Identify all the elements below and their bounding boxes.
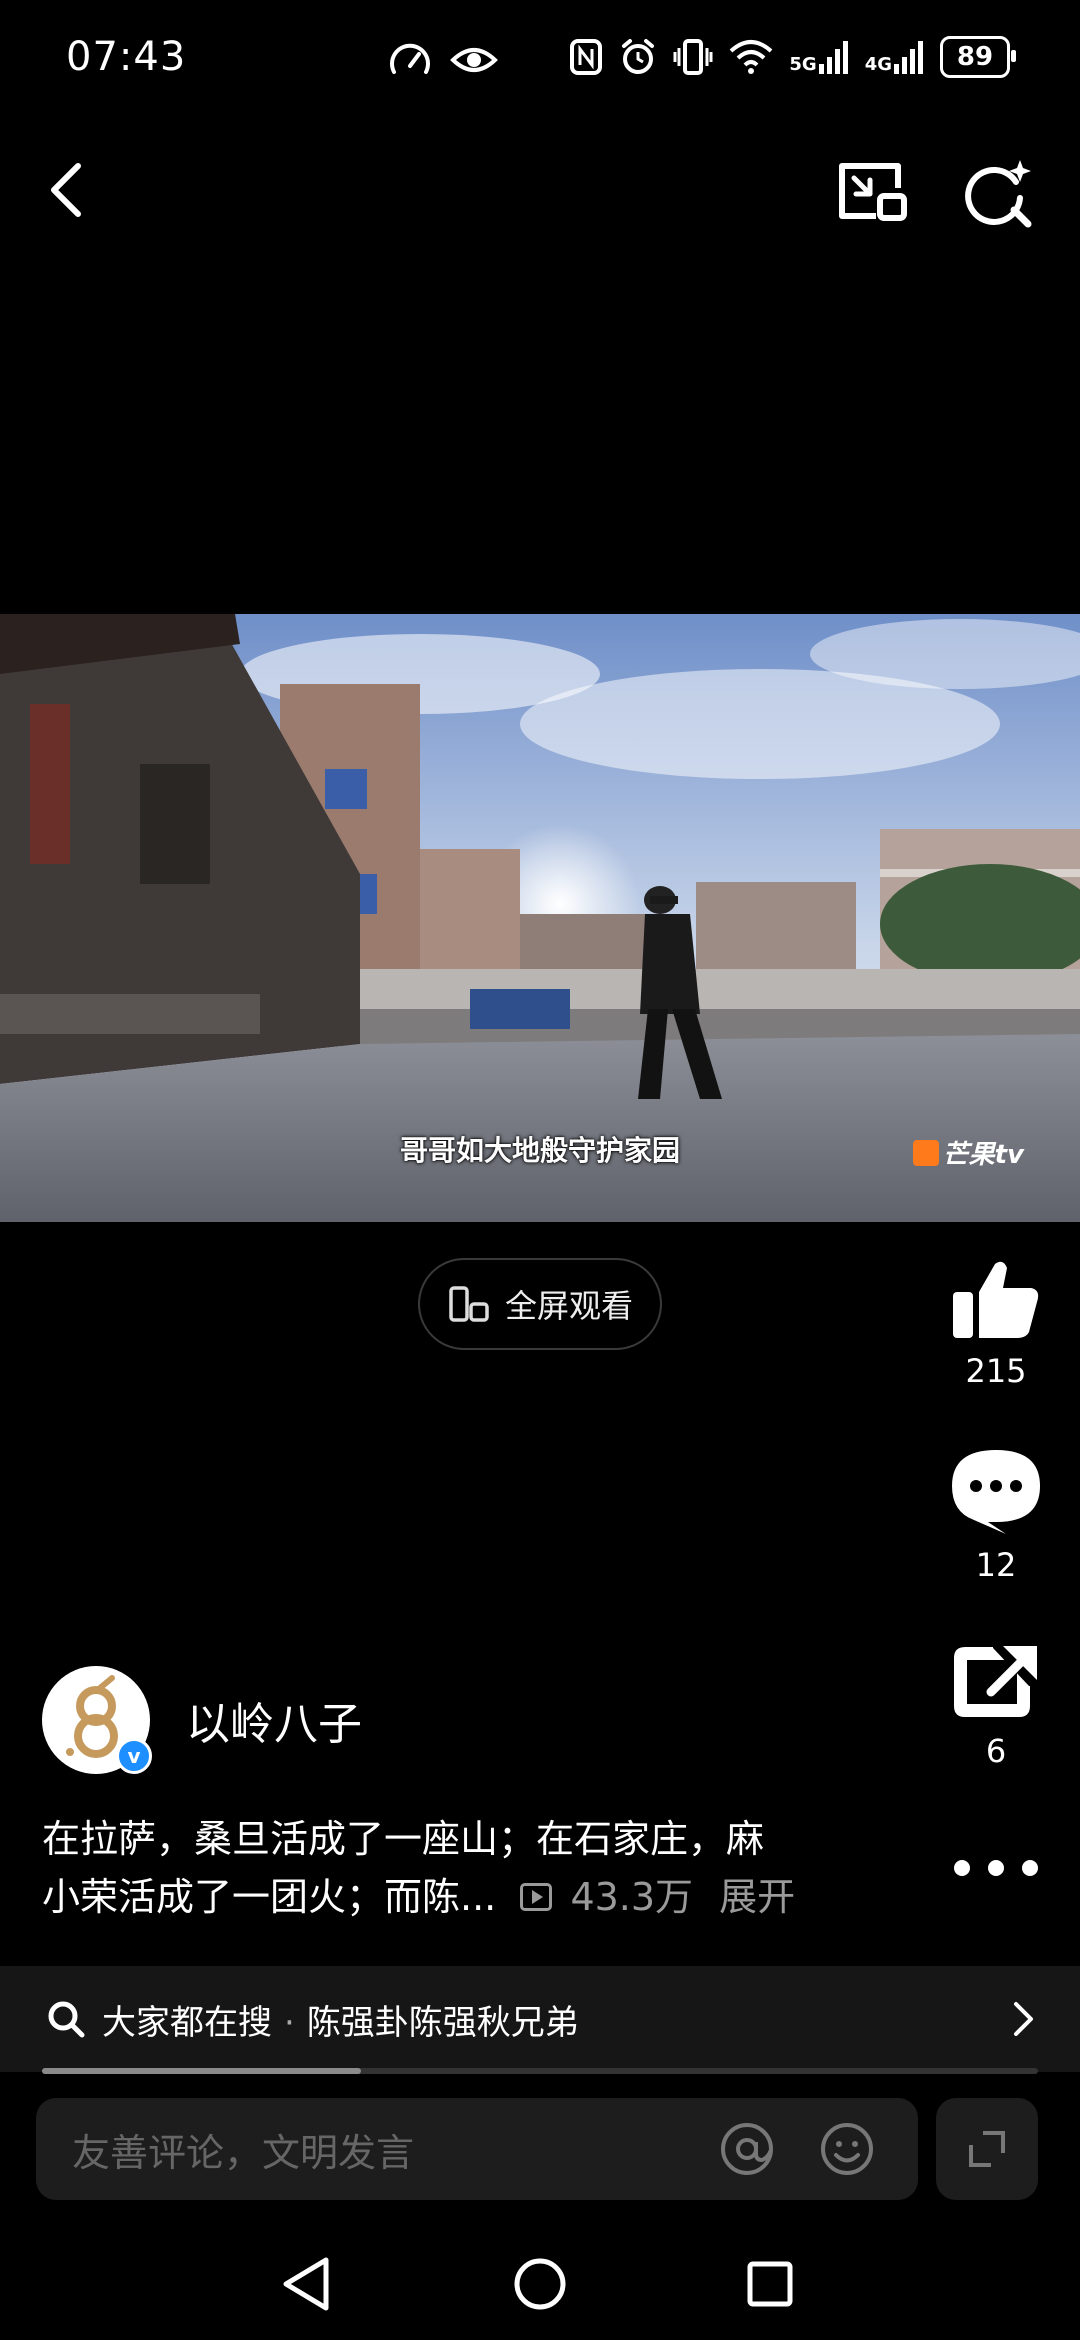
search-suggestion-text: 大家都在搜 · 陈强卦陈强秋兄弟: [102, 1995, 579, 2044]
chevron-left-icon: [51, 163, 81, 217]
author-avatar[interactable]: v: [42, 1666, 152, 1774]
video-progress-fill: [42, 2068, 361, 2074]
status-time: 07:43: [66, 34, 187, 80]
emoji-icon[interactable]: [818, 2120, 876, 2178]
speedometer-icon: [390, 43, 430, 74]
like-action[interactable]: 215: [940, 1258, 1052, 1390]
mention-icon[interactable]: [718, 2120, 776, 2178]
description-line-1: 在拉萨，桑旦活成了一座山；在石家庄，麻: [42, 1817, 765, 1861]
rotate-screen-icon: [449, 1286, 489, 1322]
battery-level: 89: [956, 42, 994, 72]
comment-action[interactable]: 12: [940, 1446, 1052, 1584]
more-dot-icon: [988, 1860, 1004, 1876]
author-row: v 以岭八子: [42, 1666, 362, 1774]
ai-search-button[interactable]: [958, 154, 1038, 234]
signal-bars-icon: [818, 41, 848, 74]
like-count: 215: [965, 1352, 1027, 1390]
nfc-icon: [570, 39, 603, 75]
signal-4g: 4G: [865, 40, 924, 74]
system-nav-bar: [0, 2230, 1080, 2340]
network-4g-label: 4G: [864, 54, 892, 75]
search-prefix: 大家都在搜: [102, 2002, 272, 2043]
battery-indicator: 89: [940, 36, 1016, 78]
thumbs-up-icon: [953, 1261, 1039, 1338]
watermark-text: 芒果tv: [942, 1140, 1024, 1170]
comment-count: 12: [975, 1546, 1017, 1584]
view-count-row: 43.3万: [520, 1875, 705, 1919]
system-recent-apps-icon[interactable]: [746, 2260, 794, 2308]
fullscreen-label: 全屏观看: [504, 1287, 633, 1325]
search-query: 陈强卦陈强秋兄弟: [306, 2002, 579, 2043]
video-player[interactable]: 哥哥如大地般守护家园 芒果tv: [0, 614, 1080, 1222]
picture-in-picture-icon: [839, 163, 907, 221]
system-back-icon[interactable]: [280, 2256, 332, 2312]
comment-bubble-icon: [952, 1450, 1040, 1534]
description-line-2-row: 小荣活成了一团火；而陈... 43.3万 展开: [42, 1868, 882, 1926]
system-home-icon[interactable]: [512, 2256, 568, 2312]
expand-comment-button[interactable]: [936, 2098, 1038, 2200]
wifi-icon: [730, 40, 773, 74]
video-progress-bar[interactable]: [42, 2068, 1038, 2074]
network-5g-label: 5G: [789, 54, 817, 75]
signal-bars-icon: [894, 41, 923, 74]
play-count-icon: [520, 1882, 553, 1911]
fullscreen-button[interactable]: 全屏观看: [418, 1258, 662, 1350]
eye-icon: [450, 48, 498, 72]
search-separator: ·: [284, 2002, 295, 2043]
more-dot-icon: [1022, 1860, 1038, 1876]
view-count: 43.3万: [570, 1875, 694, 1919]
verified-badge-icon: v: [116, 1738, 152, 1774]
alarm-icon: [622, 39, 655, 74]
signal-5g: 5G: [789, 40, 848, 74]
vibrate-icon: [673, 39, 713, 75]
chevron-right-icon: [1014, 2002, 1033, 2036]
status-bar: 07:43 5G 4G 89: [0, 0, 1080, 120]
share-icon: [954, 1646, 1037, 1717]
ai-search-icon: [965, 160, 1032, 228]
description-line-2: 小荣活成了一团火；而陈...: [42, 1875, 497, 1919]
back-button[interactable]: [40, 160, 100, 220]
expand-icon: [969, 2131, 1005, 2167]
status-mid-icons: [388, 40, 498, 80]
picture-in-picture-button[interactable]: [832, 154, 912, 234]
search-suggestion-bar[interactable]: 大家都在搜 · 陈强卦陈强秋兄弟: [0, 1966, 1080, 2072]
video-watermark: 芒果tv: [912, 1134, 1024, 1171]
more-dot-icon: [954, 1860, 970, 1876]
mango-tv-logo-icon: [912, 1139, 939, 1166]
comment-placeholder: 友善评论，文明发言: [72, 2130, 415, 2175]
author-name[interactable]: 以岭八子: [186, 1688, 362, 1752]
more-options-button[interactable]: [954, 1848, 1038, 1888]
share-count: 6: [985, 1732, 1007, 1770]
share-action[interactable]: 6: [940, 1642, 1052, 1770]
comment-input[interactable]: 友善评论，文明发言: [36, 2098, 918, 2200]
expand-link[interactable]: 展开: [719, 1875, 795, 1919]
top-nav: [0, 140, 1080, 240]
status-right-icons: 5G 4G 89: [569, 36, 1016, 78]
search-icon: [48, 2001, 85, 2038]
video-description[interactable]: 在拉萨，桑旦活成了一座山；在石家庄，麻 小荣活成了一团火；而陈... 43.3万…: [42, 1810, 882, 1926]
